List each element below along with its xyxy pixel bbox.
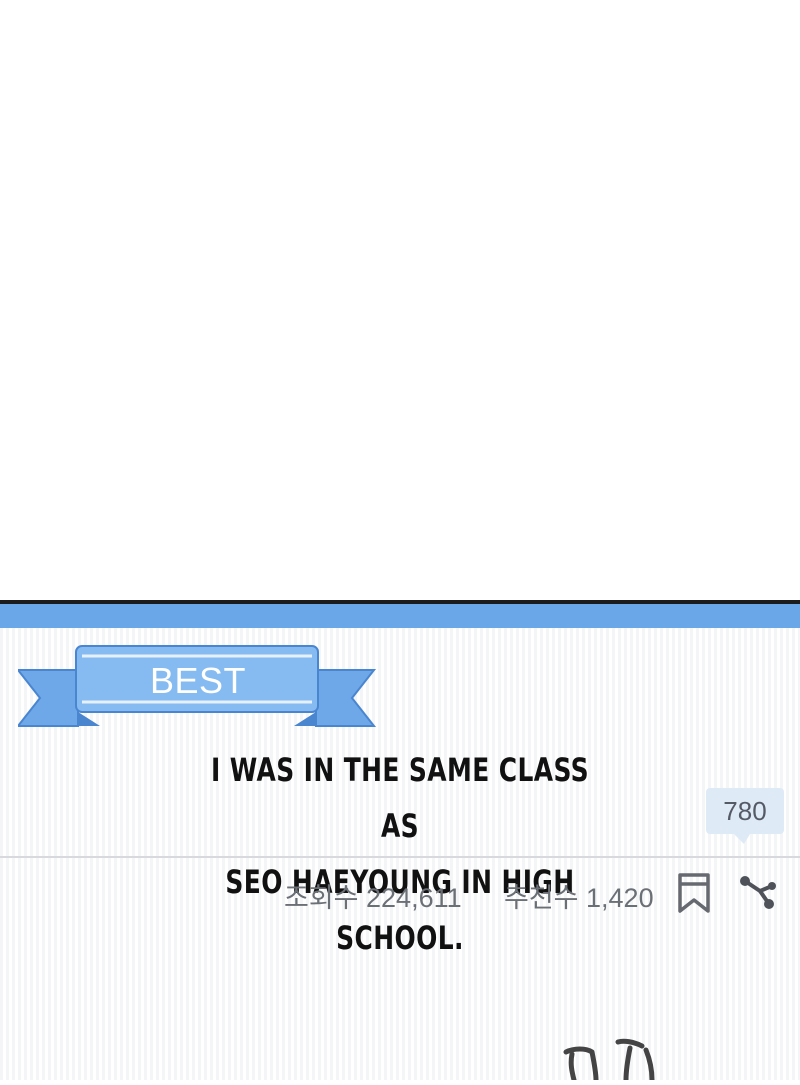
handwriting-sketch	[560, 1038, 660, 1083]
best-badge-label: BEST	[149, 660, 247, 701]
divider	[0, 856, 800, 858]
caption-text: I WAS IN THE SAME CLASS AS SEO HAEYOUNG …	[205, 742, 595, 966]
comment-count-badge[interactable]: 780	[706, 788, 784, 844]
caption-line-1: I WAS IN THE SAME CLASS AS	[210, 751, 590, 845]
recommend-count: 추천수 1,420	[504, 883, 654, 913]
views-count: 조회수 224,611	[284, 883, 462, 913]
post-panel: BEST I WAS IN THE SAME CLASS AS SEO HAEY…	[0, 600, 800, 1080]
blank-panel	[0, 0, 800, 600]
header-accent-bar	[0, 604, 800, 628]
share-icon[interactable]	[738, 874, 778, 910]
bookmark-icon[interactable]	[676, 872, 712, 914]
best-ribbon-badge: BEST	[18, 642, 378, 742]
